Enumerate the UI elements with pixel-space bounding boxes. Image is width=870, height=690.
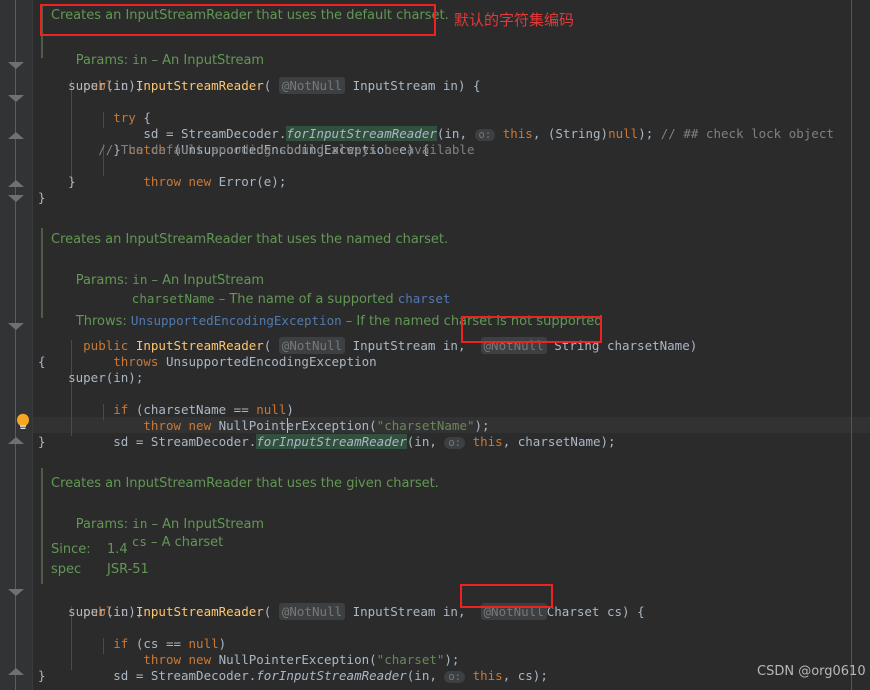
args-part: , charsetName); [502, 434, 616, 449]
method-call: forInputStreamReader [256, 668, 407, 683]
javadoc-throws: Throws: UnsupportedEncodingException – I… [51, 297, 603, 329]
paren-open: ( [263, 604, 279, 619]
javadoc-param-desc: – A charset [146, 535, 224, 550]
kw-this: this [465, 434, 503, 449]
param-decl: InputStream in) { [345, 78, 481, 93]
highlighted-param-charsetname: String charsetName [546, 338, 690, 353]
code-comment-line: // The default encoding should always be… [38, 142, 475, 157]
args-part: ); [638, 126, 654, 141]
notnull-annotation-badge: @NotNull [278, 77, 346, 94]
javadoc-summary: Creates an InputStreamReader that uses t… [51, 8, 449, 23]
code-editor[interactable]: Creates an InputStreamReader that uses t… [0, 0, 870, 690]
code-line: } [38, 190, 46, 205]
code-line: try { [38, 94, 151, 125]
javadoc-spec-label: spec [51, 562, 82, 577]
code-line: throw new NullPointerException("charset"… [38, 636, 459, 667]
code-line: super(in); [38, 604, 144, 619]
kw-this: this [495, 126, 533, 141]
javadoc-param-row: cs – A charset [107, 518, 223, 550]
param-name-hint: o: [474, 129, 496, 141]
throws-type: UnsupportedEncodingException [165, 354, 377, 369]
brace-open: { [629, 604, 645, 619]
code-line: sd = StreamDecoder.forInputStreamReader(… [38, 110, 834, 141]
kw-throw-new: throw new [83, 174, 219, 189]
text-caret [287, 418, 288, 433]
throw-expr: Error(e); [218, 174, 287, 189]
code-line: if (cs == null) [38, 620, 226, 651]
javadoc-summary: Creates an InputStreamReader that uses t… [51, 476, 439, 491]
args-part: (in, [406, 668, 445, 683]
javadoc-spec-value: JSR-51 [107, 562, 149, 577]
assign-expr: sd = StreamDecoder. [83, 668, 257, 683]
assign-expr: sd = StreamDecoder. [83, 434, 257, 449]
code-line: sd = StreamDecoder.forInputStreamReader(… [38, 418, 616, 449]
csdn-watermark: CSDN @org0610 [757, 664, 866, 679]
code-line: sd = StreamDecoder.forInputStreamReader(… [38, 652, 548, 683]
code-line: public InputStreamReader( @NotNull Input… [38, 322, 697, 354]
paren-open: ( [263, 78, 279, 93]
javadoc-since-value: 1.4 [107, 542, 128, 557]
kw-this: this [465, 668, 503, 683]
code-line: } [38, 174, 76, 189]
code-line: throw new NullPointerException("charsetN… [38, 402, 489, 433]
notnull-annotation-badge: @NotNull [480, 337, 547, 354]
javadoc-params: Params: in – An InputStream [51, 500, 264, 532]
code-line: throws UnsupportedEncodingException [38, 338, 376, 369]
code-line: throw new Error(e); [38, 158, 286, 189]
javadoc-since-label: Since: [51, 542, 91, 557]
class-name: InputStreamReader [135, 78, 264, 93]
highlighted-param-charset: Charset cs) [546, 604, 630, 619]
inline-comment: // ## check lock object [653, 126, 834, 141]
code-line: public InputStreamReader( @NotNull Input… [38, 62, 481, 94]
javadoc-params: Params: in – An InputStream [51, 256, 264, 288]
notnull-annotation-badge: @NotNull [278, 603, 346, 620]
param-decl: InputStream in, [345, 604, 481, 619]
code-line: { [38, 354, 46, 369]
code-line: public InputStreamReader( @NotNull Input… [38, 588, 645, 620]
args-part: (in, [436, 126, 475, 141]
code-line: super(in); [38, 370, 144, 385]
kw-throws: throws [83, 354, 166, 369]
kw-null: null [608, 126, 639, 141]
args-part: , cs); [502, 668, 548, 683]
class-name: InputStreamReader [135, 604, 264, 619]
code-line: if (charsetName == null) [38, 386, 294, 417]
code-line: } catch (UnsupportedEncodingException e)… [38, 126, 429, 157]
args-part: (in, [406, 434, 445, 449]
code-line: super(in); [38, 78, 144, 93]
args-part: , (String) [532, 126, 609, 141]
code-line: } [38, 434, 46, 449]
code-text-layer: Creates an InputStreamReader that uses t… [0, 0, 870, 690]
javadoc-params: Params: in – An InputStream [51, 36, 264, 68]
chinese-annotation-note: 默认的字符集编码 [454, 11, 575, 29]
param-name-hint: o: [444, 437, 466, 449]
notnull-annotation-badge: @NotNull [480, 603, 547, 620]
javadoc-summary: Creates an InputStreamReader that uses t… [51, 232, 449, 247]
paren-close: ) [689, 338, 698, 353]
code-line: } [38, 668, 46, 683]
javadoc-param-row: charsetName – The name of a supported ch… [107, 275, 451, 307]
javadoc-param-name: cs [131, 534, 147, 549]
method-call-highlighted: forInputStreamReader [256, 434, 407, 449]
param-name-hint: o: [444, 671, 466, 683]
